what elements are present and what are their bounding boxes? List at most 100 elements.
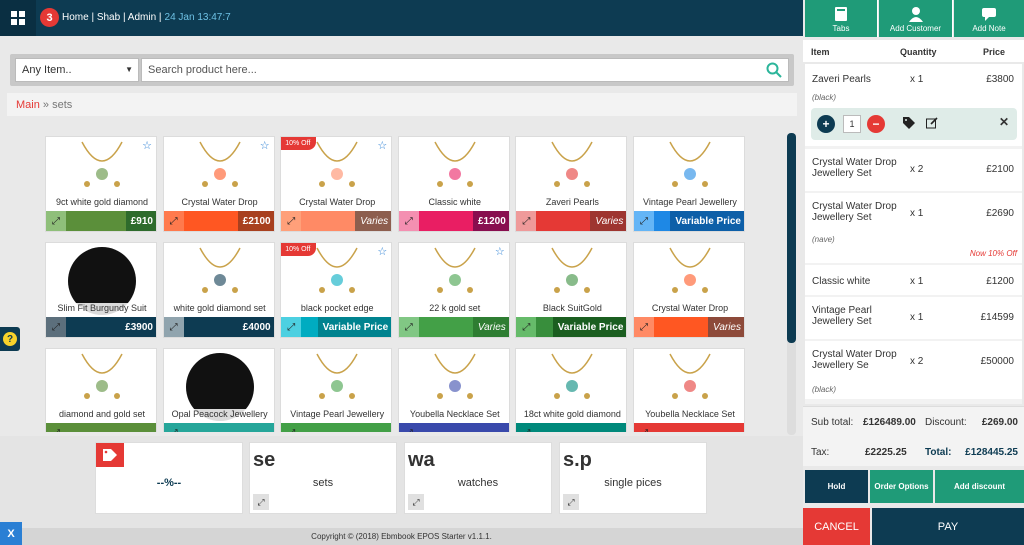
product-card[interactable]: Opal Peacock Jewellery⤢: [162, 348, 275, 432]
product-card[interactable]: black pocket edge ⤢ Variable Price ☆ 10% Off: [280, 242, 393, 338]
product-card[interactable]: Vintage Pearl Jewellery ⤢ Variable Price: [633, 136, 745, 232]
expand-icon[interactable]: ⤢: [516, 317, 537, 337]
expand-icon[interactable]: ⤢: [46, 317, 66, 337]
star-icon[interactable]: ☆: [260, 139, 270, 152]
product-card[interactable]: Youbella Necklace Set⤢: [633, 348, 745, 432]
expand-icon[interactable]: ⤢: [281, 317, 302, 337]
product-card[interactable]: 18ct white gold diamond⤢: [515, 348, 628, 432]
expand-icon[interactable]: ⤢: [163, 317, 184, 337]
discount-label: Discount:: [925, 417, 967, 428]
cancel-button[interactable]: CANCEL: [803, 508, 870, 545]
star-icon[interactable]: ☆: [377, 139, 387, 152]
order-item[interactable]: Crystal Water Drop Jewellery Se x 2 £50000 (…: [805, 341, 1022, 399]
expand-icon[interactable]: ⤢: [563, 494, 579, 510]
scrollbar-thumb[interactable]: [787, 133, 796, 343]
expand-icon[interactable]: ⤢: [634, 211, 654, 231]
breadcrumb-sep: »: [42, 99, 50, 111]
grid-scrollbar[interactable]: [787, 133, 796, 435]
order-item[interactable]: Vintage Pearl Jewellery Set x 1 £14599: [805, 297, 1022, 339]
order-item-name-line2: Jewellery Set: [812, 212, 872, 223]
order-item-qty: x 2: [910, 164, 924, 175]
hold-button[interactable]: Hold: [805, 470, 868, 503]
expand-icon[interactable]: ⤢: [398, 317, 419, 337]
increase-qty-button[interactable]: +: [817, 115, 835, 133]
product-photo: [669, 353, 711, 399]
tag-icon[interactable]: [903, 117, 915, 129]
expand-icon[interactable]: ⤢: [46, 211, 66, 231]
order-item[interactable]: Crystal Water Drop Jewellery Set x 2 £2100: [805, 149, 1022, 191]
price-bar-fill: [654, 423, 736, 432]
decrease-qty-button[interactable]: −: [867, 115, 885, 133]
order-item-price: £2100: [986, 164, 1014, 175]
order-item-name: Vintage Pearl Jewellery Set: [812, 305, 872, 327]
search-input[interactable]: Search product here...: [141, 58, 789, 82]
add-note-button[interactable]: Add Note: [954, 0, 1024, 37]
expand-icon[interactable]: ⤢: [516, 423, 537, 432]
tabs-button[interactable]: Tabs: [805, 0, 878, 37]
order-item[interactable]: Classic white x 1 £1200: [805, 265, 1022, 295]
breadcrumb-main[interactable]: Main: [16, 99, 40, 111]
order-item[interactable]: Crystal Water Drop Jewellery Set x 1 £2690 (…: [805, 193, 1022, 263]
product-card[interactable]: 22 k gold set ⤢ Varies ☆: [397, 242, 510, 338]
product-card[interactable]: Slim Fit Burgundy Suit ⤢ £3900: [45, 242, 157, 338]
close-panel-button[interactable]: X: [0, 522, 22, 545]
product-card[interactable]: Crystal Water Drop ⤢ Varies ☆ 10% Off: [280, 136, 393, 232]
qty-input[interactable]: 1: [843, 115, 861, 133]
order-item-name-line1: Zaveri Pearls: [812, 74, 871, 85]
category-tile[interactable]: se sets ⤢: [249, 442, 397, 514]
product-card[interactable]: Crystal Water Drop ⤢ Varies: [633, 242, 745, 338]
product-price-bar: ⤢ £3900: [46, 317, 156, 337]
order-item-price: £1200: [986, 276, 1014, 287]
product-card[interactable]: Youbella Necklace Set⤢: [397, 348, 510, 432]
star-icon[interactable]: ☆: [142, 139, 152, 152]
price-bar-fill: [66, 423, 148, 432]
star-icon[interactable]: ☆: [377, 245, 387, 258]
tag-icon: [96, 443, 124, 467]
expand-icon[interactable]: ⤢: [163, 211, 184, 231]
expand-icon[interactable]: ⤢: [408, 494, 424, 510]
expand-icon[interactable]: ⤢: [398, 423, 419, 432]
apps-menu-button[interactable]: [0, 0, 36, 36]
add-discount-button[interactable]: Add discount: [935, 470, 1024, 503]
header-nav-text[interactable]: Home | Shab | Admin |: [62, 12, 162, 23]
subtotal-label: Sub total:: [811, 417, 854, 428]
category-tile[interactable]: --%--: [95, 442, 243, 514]
order-options-button[interactable]: Order Options: [870, 470, 933, 503]
product-card[interactable]: Black SuitGold ⤢ Variable Price: [515, 242, 628, 338]
remove-item-icon[interactable]: ✕: [999, 115, 1009, 129]
expand-icon[interactable]: ⤢: [398, 211, 419, 231]
star-icon[interactable]: ☆: [495, 245, 505, 258]
product-card[interactable]: Vintage Pearl Jewellery⤢: [280, 348, 393, 432]
search-icon[interactable]: [766, 62, 782, 78]
edit-icon[interactable]: [926, 117, 938, 129]
product-image: [46, 349, 156, 411]
help-button[interactable]: ?: [0, 327, 20, 351]
expand-icon[interactable]: ⤢: [516, 211, 537, 231]
product-price-bar: ⤢ Varies: [281, 211, 392, 231]
expand-icon[interactable]: ⤢: [634, 317, 654, 337]
product-card[interactable]: 9ct white gold diamond ⤢ £910 ☆: [45, 136, 157, 232]
order-item-name-line1: Crystal Water Drop: [812, 349, 897, 360]
product-name: Black SuitGold: [516, 303, 627, 317]
category-abbr: se: [253, 449, 276, 471]
expand-icon[interactable]: ⤢: [634, 423, 654, 432]
expand-icon[interactable]: ⤢: [281, 211, 302, 231]
category-tile[interactable]: wa watches ⤢: [404, 442, 552, 514]
product-card[interactable]: Zaveri Pearls ⤢ Varies: [515, 136, 628, 232]
expand-icon[interactable]: ⤢: [163, 423, 184, 432]
product-card[interactable]: Classic white ⤢ £1200: [397, 136, 510, 232]
expand-icon[interactable]: ⤢: [46, 423, 66, 432]
product-name: diamond and gold set: [46, 409, 156, 423]
category-select[interactable]: Any Item.. ▼: [15, 58, 139, 82]
order-item[interactable]: Zaveri Pearls x 1 £3800 (black) +1− ✕: [805, 64, 1022, 146]
notification-badge[interactable]: 3: [40, 8, 59, 27]
add-customer-button[interactable]: Add Customer: [879, 0, 953, 37]
product-card[interactable]: Crystal Water Drop ⤢ £2100 ☆: [162, 136, 275, 232]
pay-button[interactable]: PAY: [872, 508, 1024, 545]
price-bar-fill: [536, 423, 619, 432]
expand-icon[interactable]: ⤢: [281, 423, 302, 432]
expand-icon[interactable]: ⤢: [253, 494, 269, 510]
category-tile[interactable]: s.p single pices ⤢: [559, 442, 707, 514]
product-card[interactable]: white gold diamond set ⤢ £4000: [162, 242, 275, 338]
product-card[interactable]: diamond and gold set⤢: [45, 348, 157, 432]
